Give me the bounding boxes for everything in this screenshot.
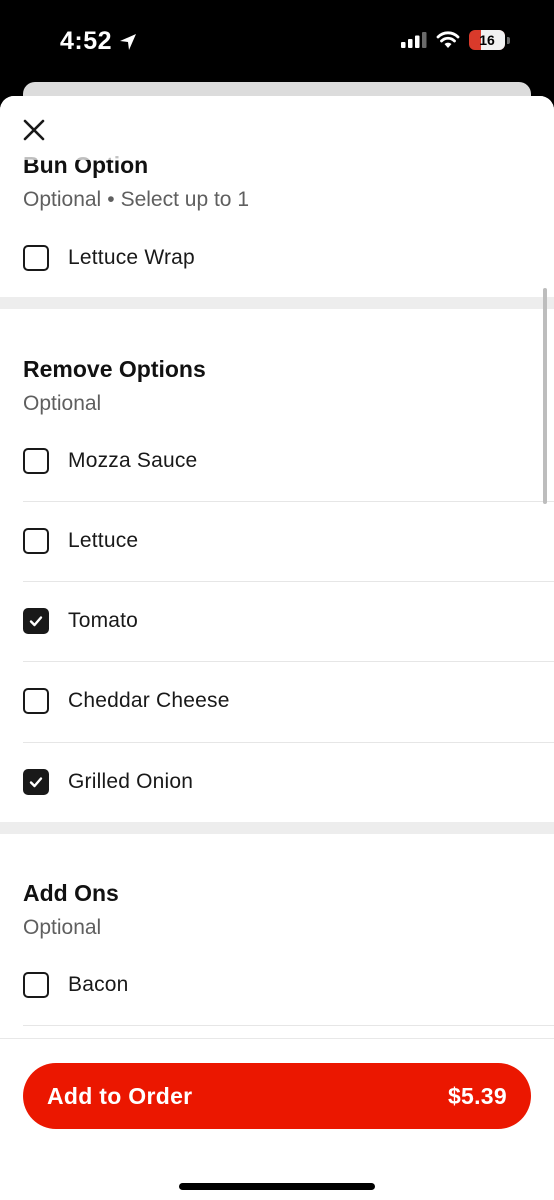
section-subtitle-bun-option: Optional • Select up to 1 [23, 188, 249, 212]
checkbox-unchecked[interactable] [23, 448, 49, 474]
option-label: Mozza Sauce [68, 449, 198, 472]
scrollbar[interactable] [543, 288, 547, 504]
option-grilled-onion[interactable]: Grilled Onion [23, 742, 554, 822]
option-label: Tomato [68, 609, 139, 632]
checkmark-icon [29, 777, 43, 788]
section-subtitle-remove-options: Optional [23, 392, 102, 415]
option-lettuce[interactable]: Lettuce [23, 501, 554, 581]
option-lettuce-wrap[interactable]: Lettuce Wrap [23, 218, 554, 298]
option-label: Grilled Onion [68, 770, 194, 793]
battery-icon: 16 [469, 30, 510, 50]
add-to-order-label: Add to Order [47, 1082, 193, 1109]
battery-body: 16 [469, 30, 505, 50]
option-label: Cheddar Cheese [68, 689, 230, 712]
subtitle-separator: • [107, 188, 115, 211]
battery-level: 16 [479, 32, 495, 48]
close-button[interactable] [22, 118, 46, 142]
option-label: Lettuce [68, 529, 139, 552]
section-title-remove-options: Remove Options [23, 356, 206, 382]
home-indicator[interactable] [179, 1183, 375, 1190]
section-subtitle-add-ons: Optional [23, 916, 102, 939]
row-divider [23, 1025, 554, 1026]
item-options-sheet: Bun Option Optional • Select up to 1 Lettu… [0, 96, 554, 1200]
section-title-add-ons: Add Ons [23, 880, 119, 906]
status-time: 4:52 [60, 27, 138, 56]
clock: 4:52 [60, 27, 113, 55]
close-icon [23, 119, 45, 141]
section-divider [0, 297, 554, 309]
status-icons: 16 [401, 30, 510, 50]
order-price: $5.39 [447, 1082, 507, 1109]
options-scroll-area[interactable]: Bun Option Optional • Select up to 1 Lettu… [0, 96, 554, 1036]
checkbox-unchecked[interactable] [23, 245, 49, 271]
checkbox-unchecked[interactable] [23, 688, 49, 714]
status-bar: 4:52 16 [0, 0, 554, 84]
checkbox-checked[interactable] [23, 769, 49, 795]
location-arrow-icon [120, 33, 137, 50]
option-mozza-sauce[interactable]: Mozza Sauce [23, 421, 554, 501]
checkbox-checked[interactable] [23, 608, 49, 634]
option-cheddar-cheese[interactable]: Cheddar Cheese [23, 661, 554, 741]
subtitle-limit: Select up to 1 [120, 188, 249, 211]
cellular-signal-icon [401, 32, 427, 48]
checkbox-unchecked[interactable] [23, 528, 49, 554]
section-divider [0, 822, 554, 834]
sheet-header [0, 96, 554, 160]
option-label: Bacon [68, 973, 129, 996]
add-to-order-button[interactable]: Add to Order $5.39 [23, 1063, 531, 1129]
checkbox-unchecked[interactable] [23, 972, 49, 998]
footer: Add to Order $5.39 [0, 1038, 554, 1200]
option-bacon[interactable]: Bacon [23, 945, 554, 1025]
option-tomato[interactable]: Tomato [23, 581, 554, 661]
checkmark-icon [29, 616, 43, 627]
wifi-icon [436, 31, 460, 48]
subtitle-optional: Optional [23, 188, 102, 211]
option-label: Lettuce Wrap [68, 246, 195, 269]
